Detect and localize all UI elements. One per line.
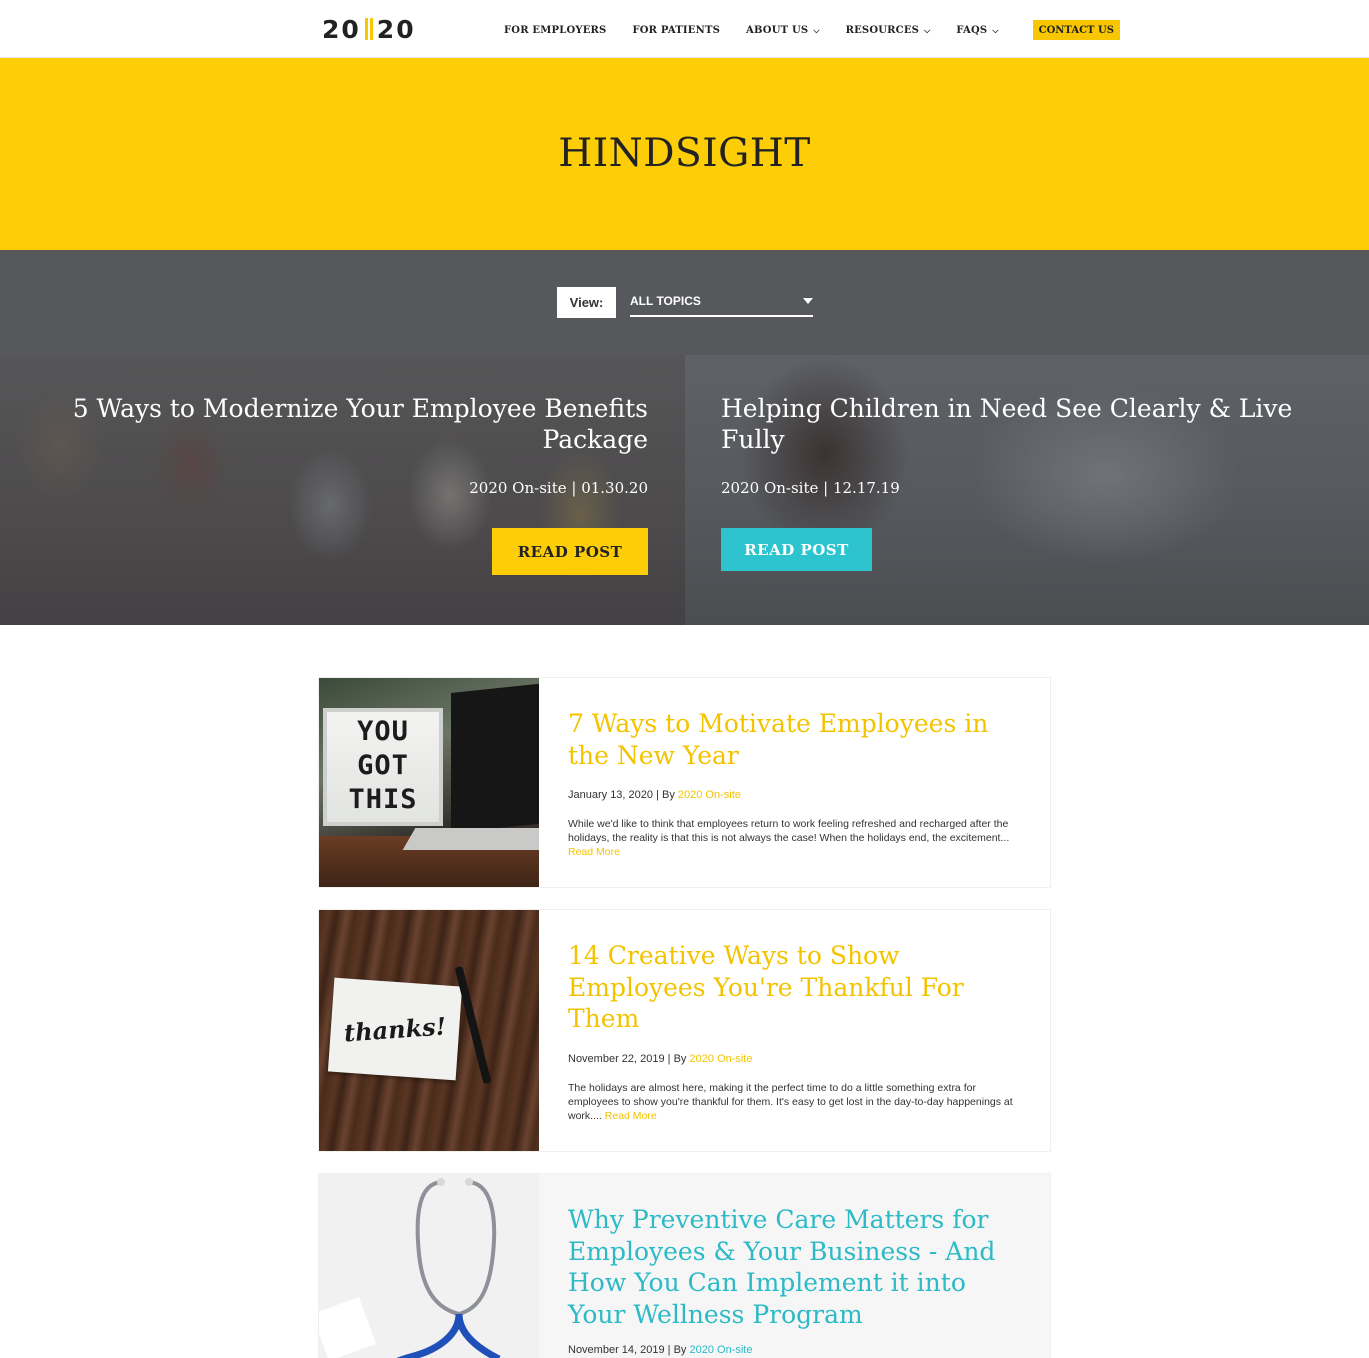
sign-line: THIS — [348, 784, 418, 815]
page-title: HINDSIGHT — [558, 130, 811, 176]
nav-about-us[interactable]: ABOUT US ⌵ — [746, 20, 820, 40]
post-author-link[interactable]: 2020 On-site — [690, 1053, 753, 1065]
chevron-down-icon: ⌵ — [813, 24, 820, 35]
post-thumbnail[interactable]: YOU GOT THIS — [319, 678, 539, 887]
post-meta: November 14, 2019 | By 2020 On-site — [568, 1344, 1028, 1356]
nav-for-employers[interactable]: FOR EMPLOYERS — [504, 20, 606, 40]
post-by: | By — [664, 1344, 690, 1356]
sign-line: GOT — [357, 750, 409, 781]
post-body: 14 Creative Ways to Show Employees You'r… — [568, 940, 1028, 1123]
logo[interactable]: 20 20 — [322, 14, 416, 44]
logo-right-text: 20 — [376, 14, 416, 44]
post-title[interactable]: 7 Ways to Motivate Employees in the New … — [568, 708, 1028, 771]
read-more-link[interactable]: Read More — [605, 1110, 657, 1122]
featured-post: 5 Ways to Modernize Your Employee Benefi… — [0, 355, 685, 625]
post-date: November 22, 2019 — [568, 1052, 665, 1065]
post-title[interactable]: Why Preventive Care Matters for Employee… — [568, 1204, 1028, 1330]
nav-resources[interactable]: RESOURCES ⌵ — [846, 20, 931, 40]
nav-label: FOR EMPLOYERS — [504, 24, 607, 36]
keyboard-image — [402, 828, 539, 850]
post-card: YOU GOT THIS 7 Ways to Motivate Employee… — [318, 677, 1051, 888]
logo-left-text: 20 — [322, 14, 361, 44]
post-author-link[interactable]: 2020 On-site — [690, 1344, 753, 1356]
post-thumbnail[interactable]: thanks! — [319, 910, 539, 1151]
topic-select-value: ALL TOPICS — [630, 294, 701, 308]
read-more-link[interactable]: Read More — [568, 846, 620, 858]
featured-post: Helping Children in Need See Clearly & L… — [685, 355, 1369, 625]
view-label: View: — [557, 287, 616, 318]
post-meta: November 22, 2019 | By 2020 On-site — [568, 1053, 1028, 1065]
thanks-card: thanks! — [327, 977, 463, 1081]
topic-filter-bar: View: ALL TOPICS — [0, 250, 1369, 355]
nav-for-patients[interactable]: FOR PATIENTS — [632, 20, 720, 40]
pen-image — [454, 965, 492, 1085]
lightbox-sign: YOU GOT THIS — [323, 708, 443, 826]
post-date: November 14, 2019 — [568, 1344, 665, 1356]
post-title[interactable]: 14 Creative Ways to Show Employees You'r… — [568, 940, 1028, 1035]
post-body: 7 Ways to Motivate Employees in the New … — [568, 708, 1028, 859]
contact-us-button[interactable]: CONTACT US — [1032, 20, 1120, 40]
post-body: Why Preventive Care Matters for Employee… — [568, 1204, 1028, 1356]
featured-post-title[interactable]: 5 Ways to Modernize Your Employee Benefi… — [68, 393, 648, 455]
post-author-link[interactable]: 2020 On-site — [678, 789, 741, 801]
featured-post-meta: 2020 On-site | 12.17.19 — [721, 479, 900, 497]
post-by: | By — [664, 1052, 690, 1065]
logo-divider-icon — [364, 18, 373, 40]
stethoscope-icon — [319, 1178, 501, 1358]
hero-banner: HINDSIGHT — [0, 58, 1369, 250]
nav-label: RESOURCES — [845, 24, 920, 36]
post-excerpt: While we'd like to think that employees … — [568, 817, 1028, 859]
featured-post-title[interactable]: Helping Children in Need See Clearly & L… — [721, 393, 1311, 455]
excerpt-text: While we'd like to think that employees … — [568, 818, 1010, 844]
main-nav: FOR EMPLOYERS FOR PATIENTS ABOUT US ⌵ RES… — [504, 20, 1120, 40]
caret-down-icon — [803, 298, 813, 304]
post-date: January 13, 2020 — [568, 789, 654, 801]
laptop-image — [451, 683, 539, 833]
sign-line: YOU — [357, 716, 409, 747]
read-post-button[interactable]: READ POST — [492, 528, 648, 575]
nav-label: FOR PATIENTS — [632, 24, 721, 36]
chevron-down-icon: ⌵ — [992, 24, 999, 35]
nav-label: FAQS — [956, 24, 988, 36]
site-header: 20 20 FOR EMPLOYERS FOR PATIENTS ABOUT U… — [0, 0, 1369, 58]
post-meta: January 13, 2020 | By 2020 On-site — [568, 789, 1028, 801]
card-text: thanks! — [343, 1010, 447, 1048]
post-excerpt: The holidays are almost here, making it … — [568, 1081, 1028, 1123]
nav-faqs[interactable]: FAQS ⌵ — [956, 20, 998, 40]
featured-posts: 5 Ways to Modernize Your Employee Benefi… — [0, 355, 1369, 625]
post-card: thanks! 14 Creative Ways to Show Employe… — [318, 909, 1051, 1152]
featured-post-meta: 2020 On-site | 01.30.20 — [469, 479, 648, 497]
post-thumbnail[interactable] — [319, 1174, 539, 1358]
topic-select[interactable]: ALL TOPICS — [630, 287, 813, 317]
post-by: | By — [653, 789, 678, 801]
nav-label: ABOUT US — [746, 24, 809, 36]
read-post-button[interactable]: READ POST — [721, 528, 872, 571]
post-card: Why Preventive Care Matters for Employee… — [318, 1173, 1051, 1358]
chevron-down-icon: ⌵ — [924, 24, 931, 35]
